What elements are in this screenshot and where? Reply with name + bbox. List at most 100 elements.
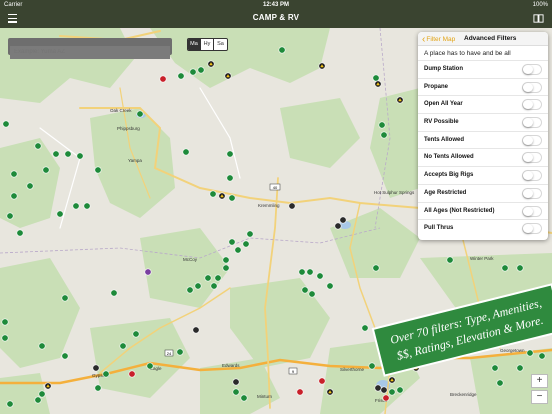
campground-pin-icon[interactable]	[26, 182, 34, 190]
campground-pin-icon[interactable]	[6, 212, 14, 220]
campground-pin-icon[interactable]	[102, 370, 110, 378]
campground-pin-icon[interactable]	[428, 354, 436, 362]
filter-toggle[interactable]	[522, 223, 542, 235]
campground-pin-icon[interactable]	[94, 166, 102, 174]
campground-pin-icon[interactable]	[128, 370, 136, 378]
campground-pin-icon[interactable]	[182, 148, 190, 156]
campground-pin-icon[interactable]	[226, 174, 234, 182]
filter-toggle[interactable]	[522, 205, 542, 217]
filter-row-tents-allowed[interactable]: Tents Allowed	[418, 130, 548, 149]
campground-pin-icon[interactable]	[361, 324, 369, 332]
campground-pin-icon[interactable]	[516, 364, 524, 372]
campground-pin-icon[interactable]	[176, 348, 184, 356]
campground-pin-icon[interactable]	[372, 264, 380, 272]
campground-pin-icon[interactable]	[42, 166, 50, 174]
campground-pin-icon[interactable]	[214, 274, 222, 282]
campground-pin-icon[interactable]	[412, 356, 420, 364]
book-icon[interactable]	[533, 13, 544, 24]
map-type-ma[interactable]: Ma	[188, 39, 201, 50]
campground-pin-icon[interactable]	[2, 120, 10, 128]
campground-pin-icon[interactable]	[197, 66, 205, 74]
campground-pin-icon[interactable]	[496, 379, 504, 387]
campground-pin-icon[interactable]	[92, 364, 100, 372]
campground-pin-icon[interactable]	[538, 352, 546, 360]
campground-pin-icon[interactable]	[186, 286, 194, 294]
campground-pin-icon[interactable]	[232, 388, 240, 396]
campground-pin-icon[interactable]	[396, 386, 404, 394]
campground-pin-icon[interactable]	[326, 282, 334, 290]
campground-pin-icon[interactable]	[228, 194, 236, 202]
filter-map-back-button[interactable]: Filter Map	[422, 32, 455, 47]
campground-pin-icon[interactable]	[316, 272, 324, 280]
filter-row-open-all-year[interactable]: Open All Year	[418, 95, 548, 113]
campground-pin-icon[interactable]	[83, 202, 91, 210]
campground-pin-icon[interactable]	[306, 268, 314, 276]
filter-row-accepts-big-rigs[interactable]: Accepts Big Rigs	[418, 166, 548, 184]
campground-pin-icon[interactable]	[501, 264, 509, 272]
campground-pin-icon[interactable]	[144, 268, 152, 276]
campground-pin-icon[interactable]	[278, 46, 286, 54]
campground-pin-icon[interactable]	[339, 216, 347, 224]
filter-row-pull-thrus[interactable]: Pull Thrus	[418, 219, 548, 237]
campground-pin-icon[interactable]	[189, 68, 197, 76]
campground-pin-icon[interactable]	[491, 364, 499, 372]
filter-row-rv-possible[interactable]: RV Possible	[418, 113, 548, 131]
campground-pin-icon[interactable]	[396, 364, 404, 372]
campground-pin-icon[interactable]	[34, 142, 42, 150]
filter-row-no-tents-allowed[interactable]: No Tents Allowed	[418, 148, 548, 166]
filter-toggle[interactable]	[522, 187, 542, 199]
map-type-hy[interactable]: Hy	[201, 39, 214, 50]
campground-pin-icon[interactable]	[64, 150, 72, 158]
campground-pin-icon[interactable]	[61, 294, 69, 302]
campground-pin-icon[interactable]	[209, 190, 217, 198]
campground-pin-icon[interactable]	[288, 202, 296, 210]
campground-pin-icon[interactable]	[159, 75, 167, 83]
campground-pin-icon[interactable]	[232, 378, 240, 386]
campground-pin-icon[interactable]	[16, 229, 24, 237]
campground-pin-icon[interactable]	[38, 342, 46, 350]
filter-row-age-restricted[interactable]: Age Restricted	[418, 183, 548, 202]
campground-pin-icon[interactable]	[6, 400, 14, 408]
filter-row-all-ages[interactable]: All Ages (Not Restricted)	[418, 201, 548, 220]
campground-pin-icon[interactable]	[38, 390, 46, 398]
campground-pin-icon[interactable]	[374, 384, 382, 392]
campground-pin-icon[interactable]	[382, 394, 390, 402]
campground-pin-icon[interactable]	[242, 240, 250, 248]
campground-pin-icon[interactable]	[228, 238, 236, 246]
campground-pin-icon[interactable]	[334, 222, 342, 230]
campground-pin-icon[interactable]	[516, 264, 524, 272]
campground-pin-icon[interactable]	[72, 202, 80, 210]
campground-pin-icon[interactable]	[34, 396, 42, 404]
campground-pin-icon[interactable]	[308, 290, 316, 298]
campground-pin-icon[interactable]	[296, 388, 304, 396]
campground-pin-icon[interactable]	[210, 282, 218, 290]
campground-pin-icon[interactable]	[10, 170, 18, 178]
campground-pin-icon[interactable]	[240, 394, 248, 402]
campground-pin-icon[interactable]	[56, 210, 64, 218]
map-view[interactable]: Oak Creek Phippsburg Yampa Kremmling Hot…	[0, 28, 552, 414]
zoom-in-button[interactable]: +	[531, 374, 548, 388]
campground-pin-icon[interactable]	[10, 192, 18, 200]
campground-pin-icon[interactable]	[298, 268, 306, 276]
campground-pin-icon[interactable]	[368, 362, 376, 370]
zoom-out-button[interactable]: −	[531, 390, 548, 404]
filter-toggle[interactable]	[522, 99, 542, 111]
filter-toggle[interactable]	[522, 134, 542, 146]
campground-pin-icon[interactable]	[446, 256, 454, 264]
campground-pin-icon[interactable]	[380, 386, 388, 394]
campground-pin-icon[interactable]	[388, 388, 396, 396]
filter-row-propane[interactable]: Propane	[418, 77, 548, 96]
filter-row-dump-station[interactable]: Dump Station	[418, 60, 548, 78]
campground-pin-icon[interactable]	[61, 352, 69, 360]
filter-toggle[interactable]	[522, 152, 542, 164]
campground-pin-icon[interactable]	[192, 326, 200, 334]
filter-toggle[interactable]	[522, 170, 542, 182]
campground-pin-icon[interactable]	[234, 246, 242, 254]
campground-pin-icon[interactable]	[76, 152, 84, 160]
campground-pin-icon[interactable]	[1, 334, 9, 342]
campground-pin-icon[interactable]	[136, 110, 144, 118]
campground-pin-icon[interactable]	[146, 362, 154, 370]
campground-pin-icon[interactable]	[318, 377, 326, 385]
filter-toggle[interactable]	[522, 64, 542, 75]
campground-pin-icon[interactable]	[246, 230, 254, 238]
